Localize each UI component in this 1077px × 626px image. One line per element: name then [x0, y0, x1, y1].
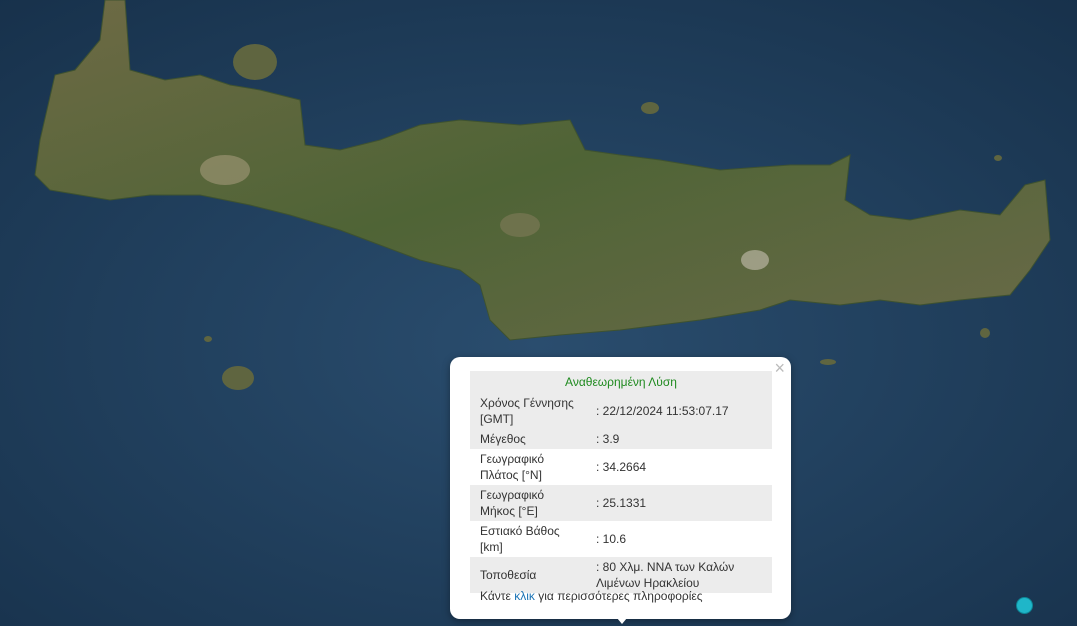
table-row: Τοποθεσία : 80 Χλμ. ΝΝΑ των Καλών Λιμένω… — [470, 557, 772, 593]
mountain-lefka-ori — [200, 155, 250, 185]
popup-title: Αναθεωρημένη Λύση — [470, 371, 772, 393]
popup-tip — [612, 612, 632, 624]
more-info-link[interactable]: κλικ — [514, 589, 535, 603]
row-label: Εστιακό Βάθος [km] — [480, 524, 560, 554]
table-row: Χρόνος Γέννησης [GMT] : 22/12/2024 11:53… — [470, 393, 772, 429]
table-row: Γεωγραφικό Μήκος [°E] : 25.1331 — [470, 485, 772, 521]
earthquake-marker[interactable] — [1016, 597, 1033, 614]
table-row: Εστιακό Βάθος [km] : 10.6 — [470, 521, 772, 557]
mountain-psiloritis — [500, 213, 540, 237]
earthquake-popup: × Αναθεωρημένη Λύση Χρόνος Γέννησης [GMT… — [450, 357, 791, 619]
more-suffix: για περισσότερες πληροφορίες — [538, 589, 703, 603]
table-row: Μέγεθος : 3.9 — [470, 429, 772, 449]
island-small-3 — [980, 328, 990, 338]
island-dia — [233, 44, 277, 80]
table-row: Γεωγραφικό Πλάτος [°N] : 34.2664 — [470, 449, 772, 485]
island-small-1 — [641, 102, 659, 114]
row-value: : 3.9 — [586, 429, 772, 449]
row-value: : 22/12/2024 11:53:07.17 — [586, 393, 772, 429]
row-value: : 10.6 — [596, 532, 627, 546]
row-label: Γεωγραφικό Μήκος [°E] — [470, 485, 586, 521]
info-table: Αναθεωρημένη Λύση Χρόνος Γέννησης [GMT] … — [470, 371, 772, 593]
more-prefix: Κάντε — [480, 589, 511, 603]
row-label: Μέγεθος — [470, 429, 586, 449]
row-value: : 80 Χλμ. ΝΝΑ των Καλών Λιμένων Ηρακλείο… — [586, 557, 772, 593]
close-icon[interactable]: × — [774, 359, 785, 377]
row-label: Τοποθεσία — [470, 557, 586, 593]
more-info-text: Κάντε κλικ για περισσότερες πληροφορίες — [480, 589, 703, 603]
island-small-4 — [820, 359, 836, 365]
row-label: Χρόνος Γέννησης [GMT] — [470, 393, 586, 429]
island-small-2 — [994, 155, 1002, 161]
row-value: : 34.2664 — [596, 460, 647, 474]
island-gavdos — [222, 366, 254, 390]
row-value: : 25.1331 — [586, 485, 772, 521]
row-label: Γεωγραφικό Πλάτος [°N] — [480, 452, 545, 482]
mountain-dikti — [741, 250, 769, 270]
island-small-5 — [204, 336, 212, 342]
